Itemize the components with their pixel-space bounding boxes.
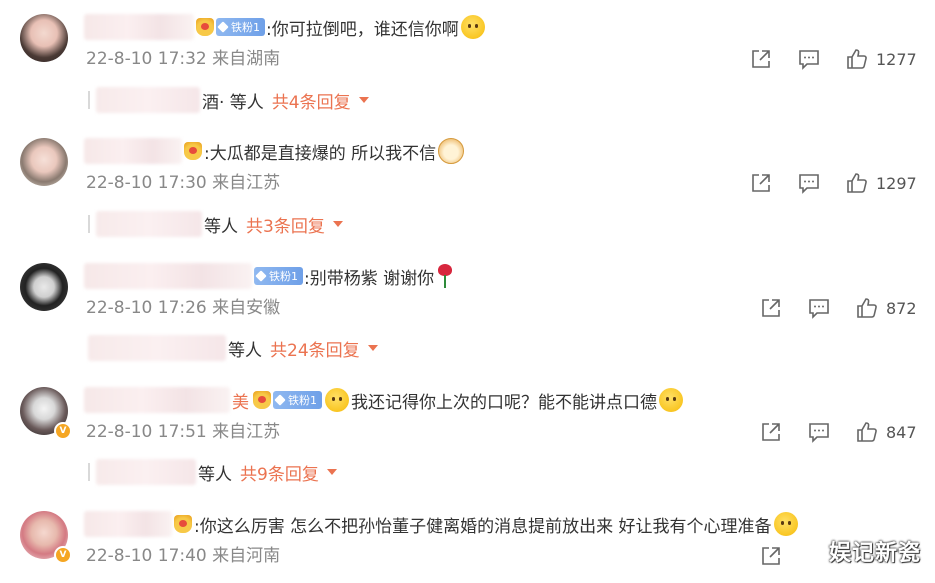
verified-badge-icon: V	[54, 422, 72, 440]
comment-icon[interactable]	[798, 48, 820, 70]
question-emoji-icon	[773, 512, 798, 536]
diamond-icon	[217, 21, 229, 33]
reply-users-suffix: 等人	[204, 216, 238, 237]
reply-users-blurred	[88, 335, 226, 361]
chevron-down-icon[interactable]	[332, 221, 343, 227]
like-count: 1297	[876, 173, 917, 193]
dog-emoji-icon	[438, 138, 465, 164]
chevron-down-icon[interactable]	[326, 469, 337, 475]
chevron-down-icon[interactable]	[358, 97, 369, 103]
crown-badge-icon	[253, 391, 271, 409]
avatar[interactable]	[20, 263, 68, 311]
like-icon[interactable]	[856, 421, 878, 443]
username-blurred[interactable]	[84, 14, 194, 40]
reply-divider	[88, 215, 90, 233]
reply-users-blurred	[96, 459, 196, 485]
avatar[interactable]	[20, 138, 68, 186]
like-icon[interactable]	[846, 172, 868, 194]
comment-time: 22-8-10 17:32	[86, 49, 207, 69]
fan-badge: 铁粉1	[273, 391, 322, 409]
comment-icon[interactable]	[808, 421, 830, 443]
comment-time: 22-8-10 17:40	[86, 546, 207, 566]
comment-location: 来自江苏	[212, 422, 281, 442]
reply-users-suffix: 酒· 等人	[202, 92, 264, 113]
share-icon[interactable]	[760, 297, 782, 319]
diamond-icon	[274, 394, 286, 406]
username-blurred[interactable]	[84, 138, 182, 164]
fan-badge: 铁粉1	[216, 18, 265, 36]
comment-time: 22-8-10 17:26	[86, 298, 207, 318]
crown-badge-icon	[174, 515, 192, 533]
like-count: 872	[886, 298, 917, 318]
like-count: 1277	[876, 49, 917, 69]
comment-icon[interactable]	[798, 172, 820, 194]
comment-location: 来自河南	[212, 546, 281, 566]
comment-text: :别带杨紫 谢谢你	[304, 268, 435, 289]
reply-summary[interactable]: 酒· 等人 共4条回复	[88, 86, 369, 114]
reply-divider	[88, 91, 90, 109]
reply-divider	[88, 463, 90, 481]
fan-badge: 铁粉1	[254, 267, 303, 285]
comment-location: 来自江苏	[212, 173, 281, 193]
avatar[interactable]	[20, 14, 68, 62]
comment-location: 来自安徽	[212, 298, 281, 318]
rose-stem	[444, 275, 447, 288]
reply-summary[interactable]: 等人 共3条回复	[88, 210, 343, 238]
share-icon[interactable]	[760, 421, 782, 443]
reply-count[interactable]: 共4条回复	[272, 88, 351, 113]
comment-text: 我还记得你上次的口呢？能不能讲点口德	[351, 392, 657, 413]
shy-emoji-icon	[325, 388, 349, 412]
username-blurred[interactable]	[84, 387, 230, 413]
watermark: 娱记新瓷	[828, 541, 921, 566]
rose-emoji-icon	[438, 264, 453, 288]
diamond-icon	[255, 270, 267, 282]
reply-users-blurred	[96, 87, 200, 113]
sweat-smile-emoji-icon	[460, 15, 485, 39]
share-icon[interactable]	[750, 48, 772, 70]
reply-summary[interactable]: 等人 共9条回复	[88, 458, 337, 486]
reply-count[interactable]: 共3条回复	[246, 212, 325, 237]
crown-badge-icon	[196, 18, 214, 36]
share-icon[interactable]	[750, 172, 772, 194]
reply-users-suffix: 等人	[228, 340, 262, 361]
like-icon[interactable]	[846, 48, 868, 70]
comment-time: 22-8-10 17:30	[86, 173, 207, 193]
like-icon[interactable]	[856, 297, 878, 319]
reply-count[interactable]: 共24条回复	[270, 336, 360, 361]
share-icon[interactable]	[760, 545, 782, 567]
comment-time: 22-8-10 17:51	[86, 422, 207, 442]
reply-summary[interactable]: 等人 共24条回复	[88, 334, 378, 362]
comment-text: :你这么厉害 怎么不把孙怡董子健离婚的消息提前放出来 好让我有个心理准备	[194, 516, 772, 537]
username-blurred[interactable]	[84, 263, 252, 289]
comment-icon[interactable]	[808, 297, 830, 319]
reply-count[interactable]: 共9条回复	[240, 460, 319, 485]
username-blurred[interactable]	[84, 511, 172, 537]
comment-text: :大瓜都是直接爆的 所以我不信	[204, 143, 437, 164]
verified-badge-icon: V	[54, 546, 72, 564]
comment-text: :你可拉倒吧，谁还信你啊	[266, 19, 459, 40]
crown-badge-icon	[184, 142, 202, 160]
chevron-down-icon[interactable]	[367, 345, 378, 351]
thinking-emoji-icon	[659, 388, 683, 412]
comment-location: 来自湖南	[212, 49, 281, 69]
reply-users-blurred	[96, 211, 202, 237]
like-count: 847	[886, 422, 917, 442]
reply-users-suffix: 等人	[198, 464, 232, 485]
username-suffix[interactable]: 美	[232, 388, 249, 413]
